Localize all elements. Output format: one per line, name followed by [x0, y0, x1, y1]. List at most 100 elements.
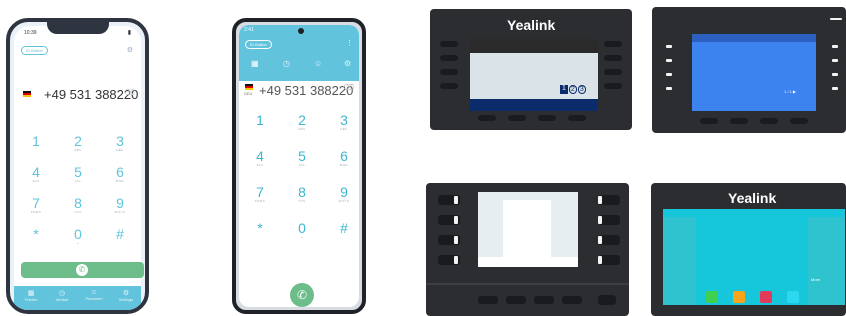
- key-6[interactable]: 6 MNO: [105, 165, 135, 183]
- backspace-icon[interactable]: ⌫: [343, 83, 354, 92]
- red-softkey[interactable]: [760, 291, 772, 303]
- key-4[interactable]: 4 GHI: [245, 149, 275, 167]
- left-line-keys: [663, 217, 696, 305]
- more-icon[interactable]: ⋮: [346, 39, 353, 47]
- line-key-1[interactable]: [604, 41, 622, 47]
- func-key-16[interactable]: [478, 296, 498, 304]
- func-key-9[interactable]: [508, 115, 526, 121]
- key-8[interactable]: 8 TUV: [63, 196, 93, 214]
- func-key-11[interactable]: [790, 118, 808, 124]
- func-key-10[interactable]: [538, 115, 556, 121]
- backspace-icon[interactable]: ⌫: [124, 88, 135, 97]
- line-led-0[interactable]: [666, 45, 672, 48]
- line-key-6[interactable]: [440, 83, 458, 89]
- line-1[interactable]: 1: [560, 85, 568, 94]
- key-12[interactable]: #: [329, 221, 359, 235]
- line-led-6[interactable]: [666, 87, 672, 90]
- home-key-20[interactable]: [598, 295, 616, 305]
- line-key-5[interactable]: [604, 69, 622, 75]
- id-button[interactable]: ID Button: [21, 46, 48, 55]
- func-key-18[interactable]: [534, 296, 554, 304]
- key-9[interactable]: 9 WXYZ: [105, 196, 135, 214]
- func-key-19[interactable]: [562, 296, 582, 304]
- func-key-17[interactable]: [506, 296, 526, 304]
- dialpad-tab-icon[interactable]: ▦: [251, 59, 259, 68]
- tab-settings[interactable]: ⚙ Settings: [114, 289, 138, 302]
- tab-telefon[interactable]: ▦ Telefon: [19, 289, 43, 302]
- key-10[interactable]: *: [245, 221, 275, 235]
- key-5[interactable]: 5 JKL: [287, 149, 317, 167]
- tab-personen[interactable]: ☺ Personen: [82, 289, 106, 301]
- line-led-4[interactable]: [666, 73, 672, 76]
- key-1[interactable]: 1: [21, 134, 51, 148]
- key-12[interactable]: #: [105, 227, 135, 241]
- softkey-bar: [470, 99, 598, 111]
- line-led-6[interactable]: [454, 216, 458, 224]
- contacts-tab-icon[interactable]: ☺: [314, 59, 322, 68]
- key-11[interactable]: 0 +: [63, 227, 93, 245]
- line-led-1[interactable]: [832, 45, 838, 48]
- key-9[interactable]: 9 WXYZ: [329, 185, 359, 203]
- key-7[interactable]: 7 PQRS: [245, 185, 275, 203]
- func-key-10[interactable]: [760, 118, 778, 124]
- key-2[interactable]: 2 ABC: [287, 113, 317, 131]
- key-5[interactable]: 5 JKL: [63, 165, 93, 183]
- call-button[interactable]: ✆: [21, 262, 144, 278]
- notch: [47, 22, 109, 34]
- func-key-9[interactable]: [730, 118, 748, 124]
- status-time: 2:41: [244, 27, 254, 33]
- key-10[interactable]: *: [21, 227, 51, 241]
- key-11[interactable]: 0 +: [287, 221, 317, 239]
- call-button[interactable]: ✆: [290, 283, 314, 307]
- tab-verlauf[interactable]: ◷ Verlauf: [50, 289, 74, 302]
- line-led-3[interactable]: [598, 196, 602, 204]
- line-led-14[interactable]: [454, 256, 458, 264]
- key-2[interactable]: 2 ABC: [63, 134, 93, 152]
- key-digit: 4: [256, 148, 264, 164]
- key-letters: GHI: [256, 163, 264, 167]
- key-digit: 2: [298, 112, 306, 128]
- phone-number-display[interactable]: +49 531 388220: [259, 83, 353, 98]
- func-key-8[interactable]: [700, 118, 718, 124]
- key-3[interactable]: 3 DEF: [105, 134, 135, 152]
- line-key-3[interactable]: [604, 55, 622, 61]
- line-led-3[interactable]: [832, 59, 838, 62]
- line-led-7[interactable]: [832, 87, 838, 90]
- line-key-7[interactable]: [604, 83, 622, 89]
- indicator-12[interactable]: [830, 18, 842, 20]
- id-button[interactable]: ID Button: [245, 40, 272, 49]
- line-key-4[interactable]: [440, 69, 458, 75]
- key-letters: +: [76, 241, 80, 245]
- line-led-15[interactable]: [598, 256, 602, 264]
- key-6[interactable]: 6 MNO: [329, 149, 359, 167]
- settings-tab-icon[interactable]: ⚙: [344, 59, 351, 68]
- key-7[interactable]: 7 PQRS: [21, 196, 51, 214]
- key-1[interactable]: 1: [245, 113, 275, 127]
- line-led-11[interactable]: [598, 236, 602, 244]
- line-led-10[interactable]: [454, 236, 458, 244]
- line-2[interactable]: 2: [568, 85, 577, 94]
- green-softkey[interactable]: [706, 291, 718, 303]
- line-led-7[interactable]: [598, 216, 602, 224]
- line-3[interactable]: 3: [577, 85, 586, 94]
- line-led-2[interactable]: [454, 196, 458, 204]
- key-3[interactable]: 3 DEF: [329, 113, 359, 131]
- more-label[interactable]: More: [811, 277, 820, 282]
- line-key-0[interactable]: [440, 41, 458, 47]
- key-8[interactable]: 8 TUV: [287, 185, 317, 203]
- func-key-11[interactable]: [568, 115, 586, 121]
- tab-label: Verlauf: [55, 297, 69, 302]
- orange-softkey[interactable]: [733, 291, 745, 303]
- key-4[interactable]: 4 GHI: [21, 165, 51, 183]
- history-tab-icon[interactable]: ◷: [283, 59, 290, 68]
- key-letters: JKL: [74, 179, 82, 183]
- func-key-8[interactable]: [478, 115, 496, 121]
- line-led-2[interactable]: [666, 59, 672, 62]
- line-key-2[interactable]: [440, 55, 458, 61]
- cyan-softkey[interactable]: [787, 291, 799, 303]
- key-digit: 1: [256, 112, 264, 128]
- android-screen: 2:41 ID Button ⋮ ▦ ◷ ☺ ⚙ DEU +49 531 388…: [239, 25, 359, 307]
- line-led-5[interactable]: [832, 73, 838, 76]
- gear-icon[interactable]: ⚙: [127, 46, 133, 54]
- android-mockup: 2:41 ID Button ⋮ ▦ ◷ ☺ ⚙ DEU +49 531 388…: [232, 18, 366, 314]
